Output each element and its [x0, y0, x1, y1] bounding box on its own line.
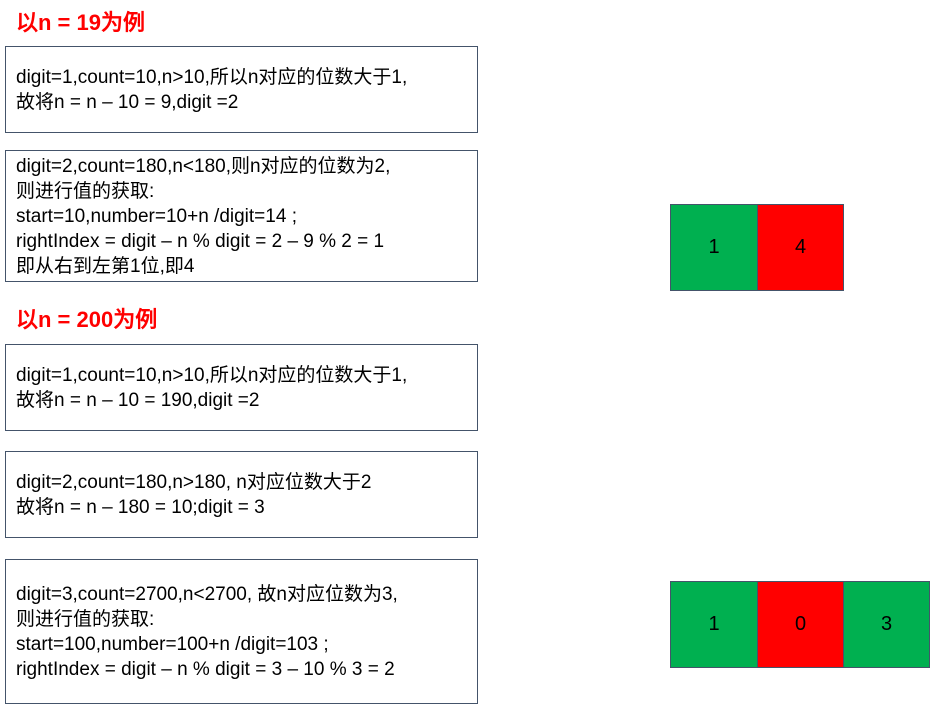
digit-cell: 3: [843, 582, 929, 667]
step-box-5: digit=3,count=2700,n<2700, 故n对应位数为3, 则进行…: [5, 559, 478, 704]
step-line: start=10,number=10+n /digit=14 ;: [16, 205, 297, 227]
step-line: 故将n = n – 10 = 9,digit =2: [16, 91, 239, 113]
digit-cell: 1: [671, 205, 757, 290]
digit-cell-highlighted: 0: [757, 582, 843, 667]
step-line: rightIndex = digit – n % digit = 2 – 9 %…: [16, 230, 385, 252]
step-line: digit=2,count=180,n>180, n对应位数大于2: [16, 471, 372, 493]
digit-cell-highlighted: 4: [757, 205, 843, 290]
step-line: digit=1,count=10,n>10,所以n对应的位数大于1,: [16, 364, 408, 386]
step-box-4: digit=2,count=180,n>180, n对应位数大于2 故将n = …: [5, 451, 478, 538]
step-line: digit=2,count=180,n<180,则n对应的位数为2,: [16, 155, 391, 177]
step-line: digit=1,count=10,n>10,所以n对应的位数大于1,: [16, 66, 408, 88]
digit-cells-n200: 1 0 3: [670, 581, 930, 668]
step-line: rightIndex = digit – n % digit = 3 – 10 …: [16, 658, 395, 680]
step-line: 即从右到左第1位,即4: [16, 255, 195, 277]
digit-cell: 1: [671, 582, 757, 667]
step-line: 故将n = n – 180 = 10;digit = 3: [16, 496, 265, 518]
step-box-3: digit=1,count=10,n>10,所以n对应的位数大于1, 故将n =…: [5, 344, 478, 431]
heading-n200: 以n = 200为例: [16, 307, 158, 332]
step-line: start=100,number=100+n /digit=103 ;: [16, 633, 329, 655]
step-line: 则进行值的获取:: [16, 608, 155, 630]
step-line: digit=3,count=2700,n<2700, 故n对应位数为3,: [16, 583, 398, 605]
digit-cells-n19: 1 4: [670, 204, 844, 291]
step-box-2: digit=2,count=180,n<180,则n对应的位数为2, 则进行值的…: [5, 150, 478, 282]
step-line: 则进行值的获取:: [16, 180, 155, 202]
step-line: 故将n = n – 10 = 190,digit =2: [16, 389, 260, 411]
heading-n19: 以n = 19为例: [16, 10, 145, 35]
step-box-1: digit=1,count=10,n>10,所以n对应的位数大于1, 故将n =…: [5, 46, 478, 133]
